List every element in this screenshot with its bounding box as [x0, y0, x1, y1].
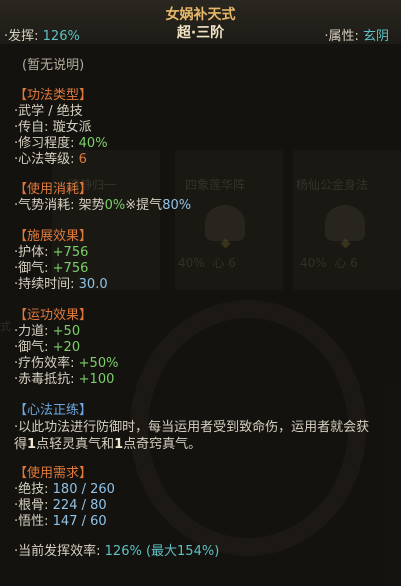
type-line-3: ·修习程度: 40% [14, 136, 108, 151]
no-description: (暂无说明) [22, 58, 85, 73]
section-req-heading: 【使用需求】 [14, 466, 93, 481]
section-cast-heading: 【施展效果】 [14, 229, 93, 244]
attribute-value: 玄阴 [362, 29, 389, 44]
cast-line-2: ·御气: +756 [14, 261, 89, 276]
current-efficiency: ·当前发挥效率: 126% (最大154%) [14, 544, 220, 559]
section-mind-heading: 【心法正练】 [14, 403, 93, 418]
run-line-3: ·疗伤效率: +50% [14, 356, 119, 371]
skill-title: 女娲补天式 [165, 7, 236, 23]
run-line-1: ·力道: +50 [14, 324, 81, 339]
current-efficiency-value: 126% [104, 544, 142, 559]
type-line-4: ·心法等级: 6 [14, 152, 87, 167]
attribute-stat: ·属性: 玄阴 [324, 29, 389, 44]
req-line-3: ·悟性: 147 / 60 [14, 514, 107, 529]
section-type-heading: 【功法类型】 [14, 88, 93, 103]
run-line-2: ·御气: +20 [14, 340, 81, 355]
perform-value: 126% [42, 29, 80, 44]
tooltip-header: 女娲补天式 超·三阶 ·发挥: 126% ·属性: 玄阴 [0, 0, 401, 44]
type-line-2: ·传自: 璇女派 [14, 120, 92, 135]
type-line-1: ·武学 / 绝技 [14, 104, 83, 119]
cast-line-1: ·护体: +756 [14, 245, 89, 260]
run-line-4: ·赤毒抵抗: +100 [14, 372, 115, 387]
req-line-2: ·根骨: 224 / 80 [14, 498, 107, 513]
max-efficiency: (最大154%) [145, 544, 220, 559]
section-cost-heading: 【使用消耗】 [14, 182, 93, 197]
perform-stat: ·发挥: 126% [4, 29, 80, 44]
mind-description: ·以此功法进行防御时，每当运用者受到致命伤，运用者就会获得1点轻灵真气和1点奇窍… [14, 420, 370, 452]
req-line-1: ·绝技: 180 / 260 [14, 482, 115, 497]
section-run-heading: 【运功效果】 [14, 308, 93, 323]
cast-line-3: ·持续时间: 30.0 [14, 277, 108, 292]
cost-line: ·气势消耗: 架势0%※提气80% [14, 198, 192, 213]
